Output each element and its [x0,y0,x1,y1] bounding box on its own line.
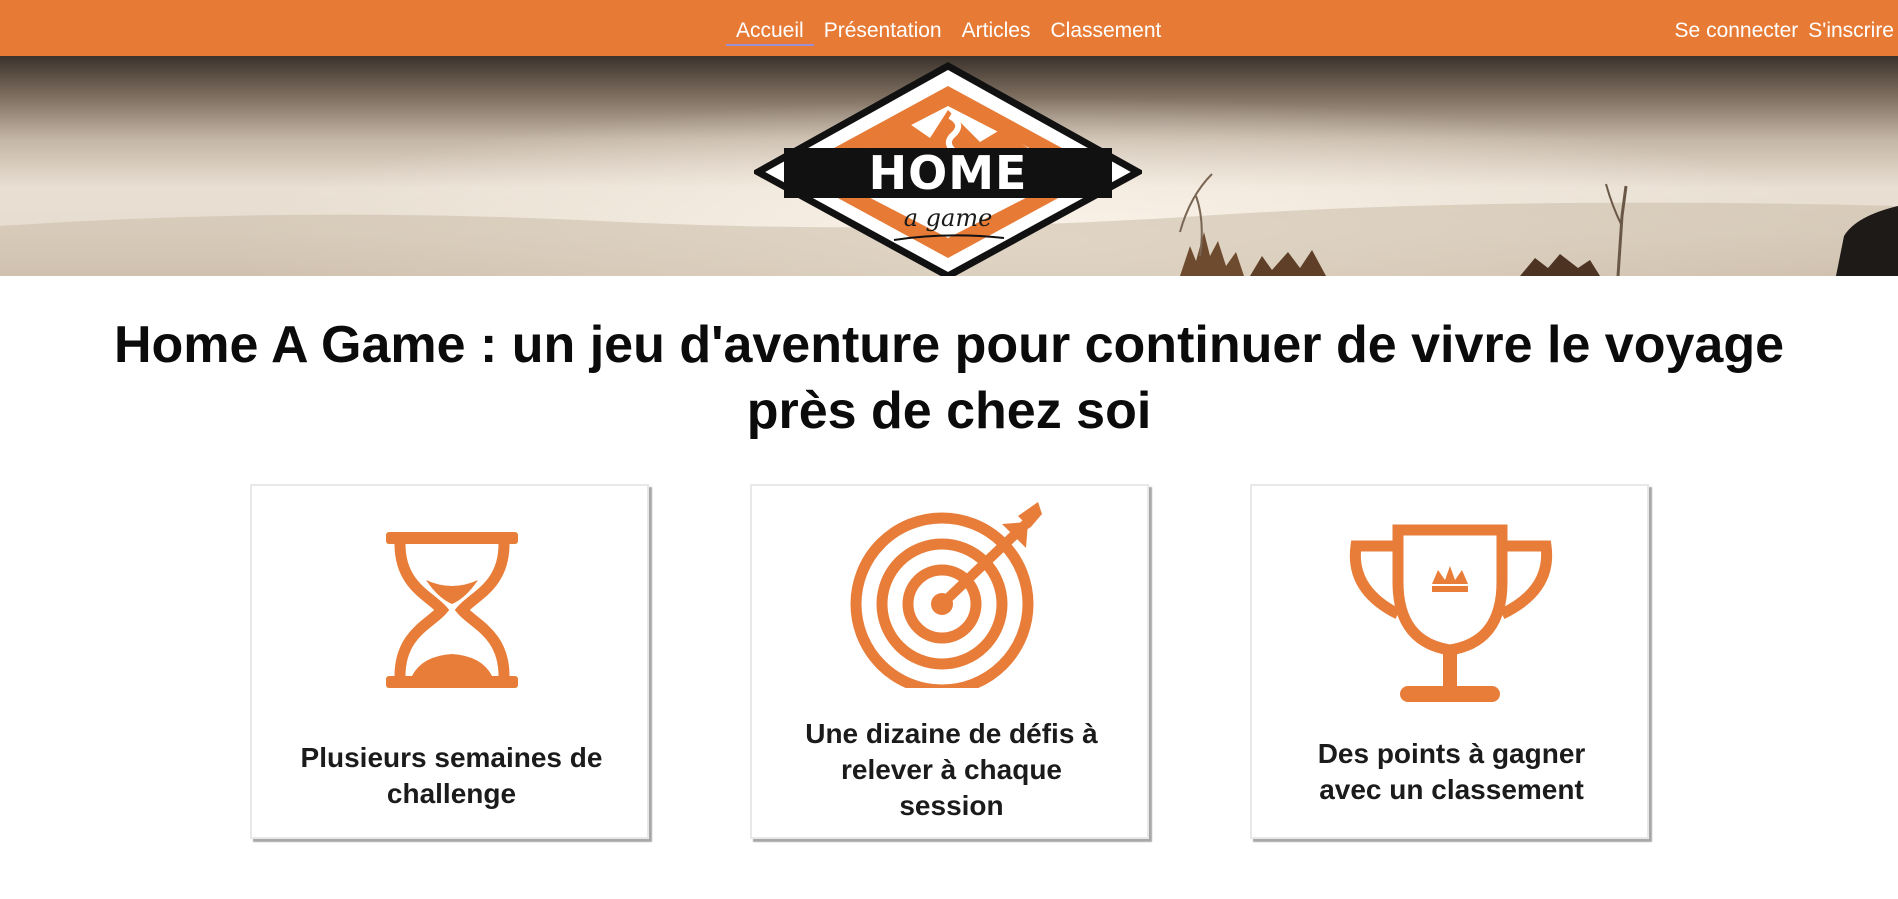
nav-link-articles[interactable]: Articles [952,18,1041,46]
feature-text-challenges: Une dizaine de défis à relever à chaque … [772,716,1131,824]
feature-card-weeks: Plusieurs semaines de challenge [250,484,649,839]
nav-link-accueil[interactable]: Accueil [726,18,814,46]
home-a-game-logo[interactable]: HOME a game [750,61,1146,280]
feature-text-points: Des points à gagner avec un classement [1272,736,1631,808]
feature-challenges-line-1: Une dizaine de défis à [805,718,1098,749]
feature-card-points: Des points à gagner avec un classement [1250,484,1649,839]
headline-line-1: Home A Game : un jeu d'aventure pour con… [113,316,1785,374]
login-link[interactable]: Se connecter [1675,18,1799,44]
logo-subtitle: a game [903,204,993,232]
nav-link-classement[interactable]: Classement [1040,18,1171,46]
feature-text-weeks: Plusieurs semaines de challenge [272,740,631,812]
page-headline: Home A Game : un jeu d'aventure pour con… [40,312,1858,444]
feature-points-line-2: avec un classement [1319,774,1584,805]
nav-link-presentation[interactable]: Présentation [814,18,952,46]
feature-challenges-line-2: relever à chaque [840,754,1063,785]
trophy-icon [1349,524,1553,702]
feature-card-challenges: Une dizaine de défis à relever à chaque … [750,484,1149,839]
target-icon [850,502,1042,688]
hourglass-icon [386,532,518,688]
top-navbar: Accueil Présentation Articles Classement… [0,0,1898,56]
feature-weeks-line-2: challenge [386,778,517,809]
headline-line-2: près de chez soi [746,382,1152,440]
logo-title: HOME [868,146,1028,200]
feature-points-line-1: Des points à gagner [1317,738,1586,769]
feature-challenges-line-3: session [899,790,1004,821]
auth-nav: Se connecter S'inscrire [1675,18,1894,44]
main-nav: Accueil Présentation Articles Classement [726,18,1171,46]
signup-link[interactable]: S'inscrire [1808,18,1894,44]
feature-weeks-line-1: Plusieurs semaines de [300,742,603,773]
